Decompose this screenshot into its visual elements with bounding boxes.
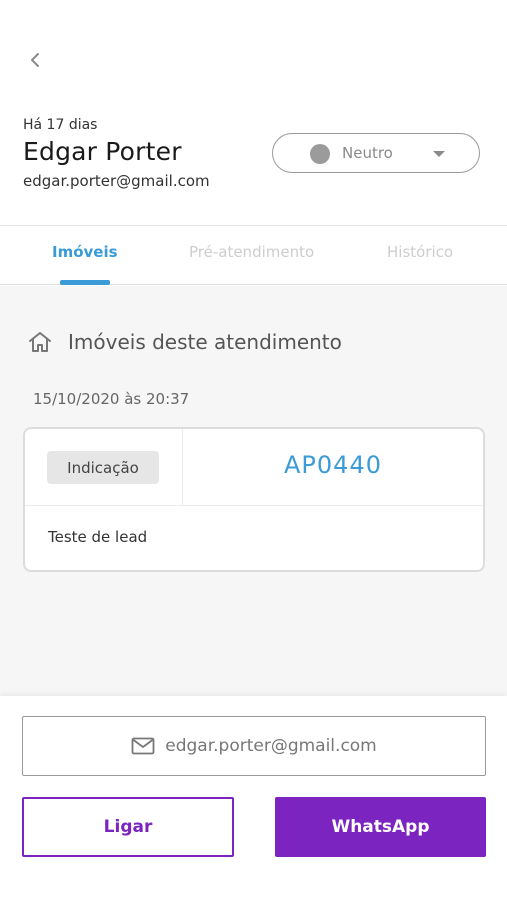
- whatsapp-button[interactable]: WhatsApp: [275, 797, 486, 857]
- status-dropdown[interactable]: Neutro: [272, 133, 480, 173]
- status-dot: [310, 144, 330, 164]
- contact-name: Edgar Porter: [23, 137, 182, 166]
- content-area: Imóveis deste atendimento 15/10/2020 às …: [0, 286, 507, 696]
- time-ago: Há 17 dias: [23, 117, 98, 133]
- call-button[interactable]: Ligar: [22, 797, 234, 857]
- active-tab-indicator: [60, 280, 110, 285]
- section-title: Imóveis deste atendimento: [68, 330, 342, 354]
- mail-icon: [131, 737, 155, 755]
- tab-imoveis[interactable]: Imóveis: [52, 243, 118, 261]
- property-card[interactable]: Indicação AP0440 Teste de lead: [23, 427, 485, 572]
- tab-bar: Imóveis Pré-atendimento Histórico: [0, 226, 507, 285]
- contact-header: Há 17 dias Edgar Porter edgar.porter@gma…: [0, 0, 507, 226]
- caret-down-icon: [433, 151, 445, 157]
- home-icon: [29, 332, 51, 352]
- property-code-link[interactable]: AP0440: [183, 451, 483, 479]
- contact-email: edgar.porter@gmail.com: [23, 172, 210, 190]
- tab-historico[interactable]: Histórico: [387, 243, 453, 261]
- service-date: 15/10/2020 às 20:37: [33, 390, 190, 408]
- email-button-label: edgar.porter@gmail.com: [165, 736, 377, 756]
- chevron-left-icon: [31, 53, 39, 67]
- back-button[interactable]: [22, 46, 48, 74]
- tab-pre-atendimento[interactable]: Pré-atendimento: [189, 243, 317, 261]
- property-card-header: Indicação AP0440: [25, 429, 483, 506]
- action-bar: edgar.porter@gmail.com Ligar WhatsApp: [0, 696, 507, 900]
- lead-note: Teste de lead: [48, 528, 148, 546]
- indication-badge: Indicação: [47, 451, 159, 484]
- email-button[interactable]: edgar.porter@gmail.com: [22, 716, 486, 776]
- status-label: Neutro: [342, 144, 393, 162]
